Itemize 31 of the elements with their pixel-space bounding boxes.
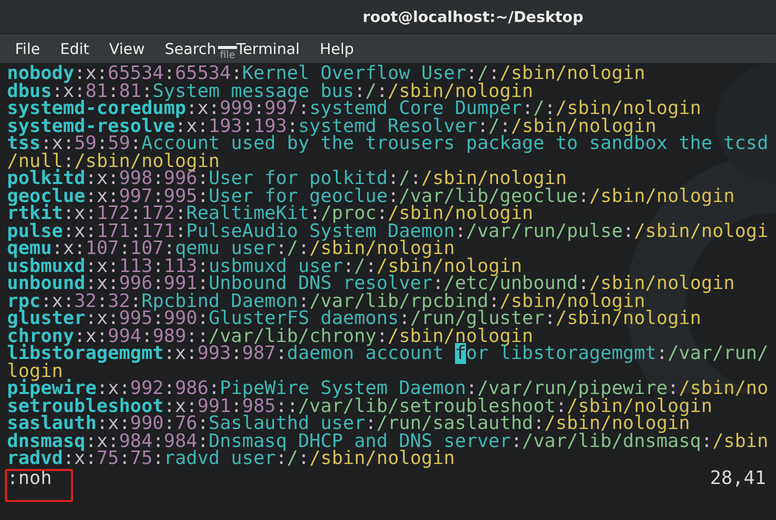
- terminal-line: tss:x:59:59:Account used by the trousers package to sandbox the tcsd: [7, 135, 768, 152]
- terminal-line: dbus:x:81:81:System message bus:/:/sbin/nologin: [7, 82, 534, 100]
- terminal-line: radvd:x:75:75:radvd user:/:/sbin/nologin: [7, 450, 455, 468]
- terminal-line: /null:/sbin/nologin: [7, 152, 220, 170]
- terminal-line: gluster:x:995:990:GlusterFS daemons:/run/gluster:/sbin/nologin: [7, 310, 702, 328]
- terminal-line: saslauth:x:990:76:Saslauthd user:/run/saslauthd:/sbin/nologin: [7, 415, 690, 432]
- terminal-line: pipewire:x:992:986:PipeWire System Daemon:/var/run/pipewire:/sbin/no: [7, 380, 768, 398]
- terminal-line: geoclue:x:997:995:User for geoclue:/var/lib/geoclue:/sbin/nologin: [7, 188, 735, 205]
- cursor-position: 28,41: [710, 468, 766, 488]
- command-line: :noh: [7, 468, 52, 488]
- terminal-line: login: [7, 362, 63, 380]
- terminal-line: rtkit:x:172:172:RealtimeKit:/proc:/sbin/nologin: [7, 205, 534, 222]
- highlight-frame: [5, 469, 73, 502]
- terminal-line: systemd-resolve:x:193:193:systemd Resolver:/:/sbin/nologin: [7, 118, 656, 135]
- terminal-line: usbmuxd:x:113:113:usbmuxd user:/:/sbin/nologin: [7, 258, 522, 275]
- terminal-line: qemu:x:107:107:qemu user:/:/sbin/nologin: [7, 240, 455, 258]
- menu-item[interactable]: View: [101, 36, 153, 62]
- terminal-line: pulse:x:171:171:PulseAudio System Daemon:/var/run/pulse:/sbin/nologi: [7, 222, 768, 240]
- window-title: root@localhost:~/Desktop: [362, 8, 584, 26]
- terminal-line: setroubleshoot:x:991:985::/var/lib/setroubleshoot:/sbin/nologin: [7, 398, 712, 415]
- menu-item[interactable]: File: [7, 36, 48, 62]
- terminal-line: rpc:x:32:32:Rpcbind Daemon:/var/lib/rpcbind:/sbin/nologin: [7, 292, 646, 310]
- menu-item[interactable]: Edit: [52, 36, 98, 62]
- terminal-line: unbound:x:996:991:Unbound DNS resolver:/etc/unbound:/sbin/nologin: [7, 275, 735, 292]
- terminal-line: polkitd:x:998:996:User for polkitd:/:/sbin/nologin: [7, 170, 567, 188]
- menu-item[interactable]: Help: [312, 36, 362, 62]
- terminal-line: libstoragemgmt:x:993:987:daemon account for libstoragemgmt:/var/run/: [7, 345, 768, 362]
- terminal-line: chrony:x:994:989::/var/lib/chrony:/sbin/nologin: [7, 328, 534, 345]
- terminal-line: nobody:x:65534:65534:Kernel Overflow User:/:/sbin/nologin: [7, 65, 646, 82]
- terminal-line: dnsmasq:x:984:984:Dnsmasq DHCP and DNS server:/var/lib/dnsmasq:/sbin: [7, 432, 768, 450]
- terminal-line: systemd-coredump:x:999:997:systemd Core Dumper:/:/sbin/nologin: [7, 100, 702, 118]
